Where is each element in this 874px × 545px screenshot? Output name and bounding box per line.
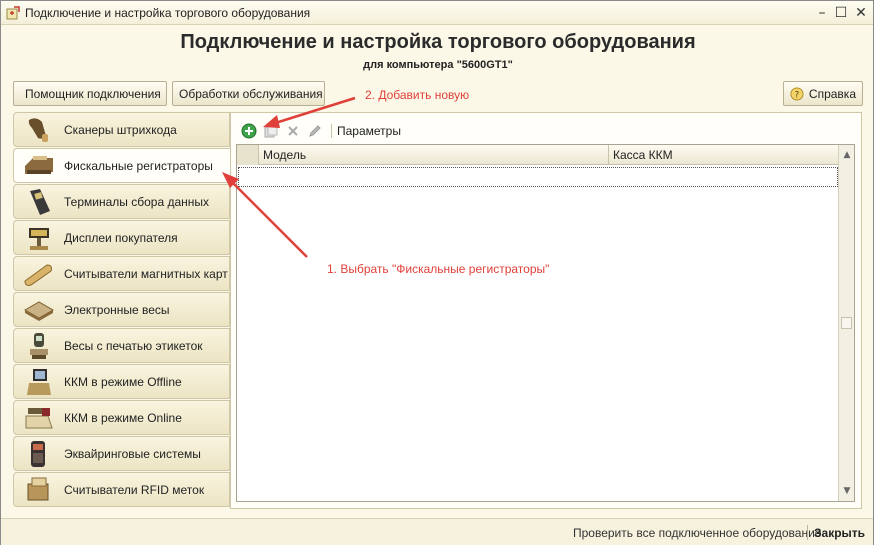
app-icon [6, 6, 20, 20]
sidebar-item-customer-displays[interactable]: Дисплеи покупателя [13, 220, 230, 255]
cash-register-offline-icon [14, 364, 64, 399]
toolbar-separator [331, 124, 332, 138]
status-separator [807, 525, 808, 540]
title-bar: Подключение и настройка торгового оборуд… [1, 1, 873, 25]
sidebar-item-label: Электронные весы [64, 302, 170, 317]
pencil-icon [309, 125, 321, 137]
maximize-button[interactable]: ☐ [832, 4, 850, 22]
sidebar-item-label: Считыватели магнитных карт [64, 266, 228, 281]
sidebar-item-label: Весы с печатью этикеток [64, 338, 203, 353]
sidebar-item-fiscal-registers[interactable]: Фискальные регистраторы [13, 148, 231, 183]
page-title: Подключение и настройка торгового оборуд… [180, 31, 696, 53]
rfid-reader-icon [14, 472, 64, 507]
main-window: Подключение и настройка торгового оборуд… [0, 0, 874, 545]
scales-icon [14, 292, 64, 327]
fiscal-printer-icon [14, 148, 64, 183]
maintenance-label: Обработки обслуживания [179, 86, 323, 101]
sidebar-item-kkm-offline[interactable]: ККМ в режиме Offline [13, 364, 230, 399]
status-bar: Проверить все подключенное оборудование … [1, 518, 873, 545]
maintenance-dropdown-button[interactable]: Обработки обслуживания [172, 81, 325, 106]
delete-button[interactable] [282, 121, 304, 141]
customer-display-icon [14, 220, 64, 255]
minimize-button[interactable]: – [813, 4, 831, 22]
connection-wizard-button[interactable]: Помощник подключения [13, 81, 167, 106]
add-button[interactable] [238, 121, 260, 141]
window-title: Подключение и настройка торгового оборуд… [25, 6, 311, 20]
help-label: Справка [808, 86, 856, 101]
table-header: Модель Касса ККМ [237, 145, 839, 165]
page-subtitle: для компьютера "5600GT1" [363, 59, 513, 71]
pos-terminal-icon [14, 436, 64, 471]
svg-text:?: ? [795, 90, 800, 100]
scroll-down-icon[interactable]: ▼ [839, 483, 855, 499]
add-icon [241, 123, 257, 139]
connection-wizard-label: Помощник подключения [25, 86, 161, 101]
sidebar-item-acquiring[interactable]: Эквайринговые системы [13, 436, 230, 471]
sidebar-item-rfid-readers[interactable]: Считыватели RFID меток [13, 472, 230, 507]
sidebar-item-data-terminals[interactable]: Терминалы сбора данных [13, 184, 230, 219]
scroll-thumb[interactable] [841, 317, 852, 329]
cash-register-online-icon [14, 400, 64, 435]
barcode-scanner-icon [14, 112, 64, 147]
copy-button[interactable] [260, 121, 282, 141]
vertical-scrollbar[interactable]: ▲ ▼ [838, 145, 854, 501]
table-header-corner [237, 145, 259, 165]
annotation-step2: 2. Добавить новую [365, 88, 470, 102]
edit-button[interactable] [304, 121, 326, 141]
sidebar-item-label: Считыватели RFID меток [64, 482, 205, 497]
check-all-equipment-link[interactable]: Проверить все подключенное оборудование [573, 526, 821, 540]
sidebar-item-barcode-scanners[interactable]: Сканеры штрихкода [13, 112, 230, 147]
column-header-kkm[interactable]: Касса ККМ [609, 145, 839, 165]
close-window-button[interactable]: ✕ [852, 4, 870, 22]
equipment-type-list: Сканеры штрихкода Фискальные регистратор… [13, 112, 231, 509]
card-reader-icon [14, 256, 64, 291]
sidebar-item-label: Фискальные регистраторы [64, 158, 213, 173]
scroll-up-icon[interactable]: ▲ [839, 147, 855, 163]
sidebar-item-label: Эквайринговые системы [64, 446, 201, 461]
sidebar-item-label-scales[interactable]: Весы с печатью этикеток [13, 328, 230, 363]
data-terminal-icon [14, 184, 64, 219]
sidebar-item-label: Терминалы сбора данных [64, 194, 210, 209]
grid-toolbar: Параметры [238, 121, 401, 141]
label-scales-icon [14, 328, 64, 363]
help-button[interactable]: ? Справка [783, 81, 863, 106]
copy-icon [264, 124, 278, 138]
sidebar-item-kkm-online[interactable]: ККМ в режиме Online [13, 400, 230, 435]
close-button[interactable]: Закрыть [814, 526, 865, 540]
sidebar-item-label: ККМ в режиме Offline [64, 374, 182, 389]
parameters-button[interactable]: Параметры [337, 124, 401, 138]
column-header-model[interactable]: Модель [259, 145, 609, 165]
sidebar-item-label: Дисплеи покупателя [64, 230, 178, 245]
delete-icon [288, 126, 298, 136]
sidebar-item-label: ККМ в режиме Online [64, 410, 182, 425]
help-icon: ? [790, 86, 804, 101]
sidebar-item-card-readers[interactable]: Считыватели магнитных карт [13, 256, 230, 291]
table-row[interactable] [238, 167, 838, 187]
equipment-table[interactable]: Модель Касса ККМ ▲ ▼ [236, 144, 855, 502]
annotation-step1: 1. Выбрать "Фискальные регистраторы" [327, 262, 550, 276]
sidebar-item-label: Сканеры штрихкода [64, 122, 177, 137]
sidebar-item-electronic-scales[interactable]: Электронные весы [13, 292, 230, 327]
